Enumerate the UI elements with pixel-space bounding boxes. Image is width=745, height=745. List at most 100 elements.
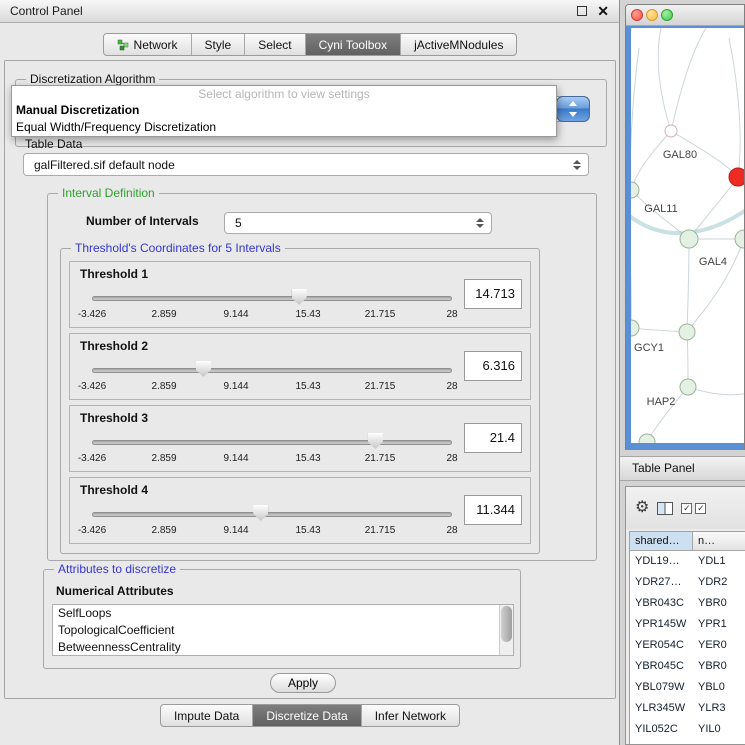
slider-track[interactable] [92,440,452,445]
tab-discretize-data[interactable]: Discretize Data [253,705,361,726]
table-cell[interactable]: YER0 [693,635,745,656]
slider-tick-label: -3.426 [78,525,106,536]
table-cell[interactable]: YPR145W [630,614,693,635]
threshold-value-field[interactable]: 21.4 [464,423,522,453]
table-cell[interactable]: YBR043C [630,593,693,614]
network-view-window: GAL80 GAL11 GAL4 GCY1 HAP2 [625,4,745,450]
table-cell[interactable]: YPR1 [693,614,745,635]
network-node[interactable] [639,434,655,443]
network-node[interactable] [679,324,695,340]
table-row[interactable]: YBL079WYBL0 [630,677,745,698]
scrollbar-thumb[interactable] [501,606,512,642]
tab-impute-data[interactable]: Impute Data [161,705,253,726]
table-cell[interactable]: YER054C [630,635,693,656]
control-panel-titlebar[interactable]: Control Panel ✕ [0,0,619,23]
apply-button[interactable]: Apply [270,673,336,693]
numerical-attributes-list[interactable]: SelfLoopsTopologicalCoefficientBetweenne… [52,604,514,656]
thresholds-group-title: Threshold's Coordinates for 5 Intervals [71,241,285,255]
number-of-intervals-combobox[interactable]: 5 [224,212,492,234]
minimize-light-icon[interactable] [646,9,658,21]
column-header-name[interactable]: n… [693,532,745,550]
slider-thumb[interactable] [368,433,383,449]
control-panel-window: Control Panel ✕ Network Style Select Cyn… [0,0,620,745]
gear-icon[interactable]: ⚙ [635,500,649,516]
zoom-light-icon[interactable] [661,9,673,21]
close-light-icon[interactable] [631,9,643,21]
table-cell[interactable]: YBL079W [630,677,693,698]
tab-label: Cyni Toolbox [319,35,387,55]
table-cell[interactable]: YBR0 [693,593,745,614]
tab-infer-network[interactable]: Infer Network [362,705,459,726]
table-row[interactable]: YBR043CYBR0 [630,593,745,614]
tab-select[interactable]: Select [245,34,305,55]
column-header-shared-name[interactable]: shared… [630,532,693,550]
numerical-attribute-item[interactable]: BetweennessCentrality [53,639,513,656]
table-cell[interactable]: YBL0 [693,677,745,698]
table-cell[interactable]: YDL1 [693,551,745,572]
close-window-icon[interactable]: ✕ [597,4,609,18]
slider-tick-label: 9.144 [223,453,248,464]
dropdown-prompt-item[interactable]: Select algorithm to view settings [12,86,556,102]
table-row[interactable]: YLR345WYLR3 [630,698,745,719]
tab-style[interactable]: Style [192,34,246,55]
threshold-value-field[interactable]: 14.713 [464,279,522,309]
table-cell[interactable]: YDR2 [693,572,745,593]
dropdown-option-manual-discretization[interactable]: Manual Discretization [12,102,556,119]
checkbox-icon[interactable]: ✓ [695,503,706,514]
slider-tick-label: 9.144 [223,381,248,392]
table-row[interactable]: YDR27…YDR2 [630,572,745,593]
table-cell[interactable]: YIL052C [630,719,693,740]
slider-thumb[interactable] [253,505,268,521]
network-node[interactable] [735,230,745,248]
network-node[interactable] [665,125,677,137]
checkbox-icon[interactable]: ✓ [681,503,692,514]
table-row[interactable]: YIL052CYIL0 [630,719,745,740]
tab-network[interactable]: Network [104,34,192,55]
tab-jactivemnodules[interactable]: jActiveMNodules [401,34,516,55]
table-row[interactable]: YER054CYER0 [630,635,745,656]
network-window-titlebar[interactable] [626,5,744,26]
table-cell[interactable]: YDL19… [630,551,693,572]
list-scrollbar[interactable] [499,605,513,655]
table-cell[interactable]: YBR0 [693,656,745,677]
table-cell[interactable]: YDR27… [630,572,693,593]
numerical-attribute-item[interactable]: TopologicalCoefficient [53,622,513,639]
numerical-attribute-item[interactable]: SelfLoops [53,605,513,622]
slider-thumb[interactable] [292,289,307,305]
network-canvas[interactable]: GAL80 GAL11 GAL4 GCY1 HAP2 [631,28,745,443]
table-row[interactable]: YDL19…YDL1 [630,551,745,572]
table-row[interactable]: YBR045CYBR0 [630,656,745,677]
slider-track[interactable] [92,512,452,517]
table-row[interactable]: YPR145WYPR1 [630,614,745,635]
bottom-tabstrip: Impute Data Discretize Data Infer Networ… [0,704,620,727]
threshold-value-field[interactable]: 6.316 [464,351,522,381]
network-node[interactable] [680,230,698,248]
network-icon [117,39,129,51]
float-window-icon[interactable] [577,6,587,16]
network-node-label: HAP2 [647,396,676,408]
dropdown-option-equal-width-frequency[interactable]: Equal Width/Frequency Discretization [12,119,556,136]
slider-track[interactable] [92,368,452,373]
table-cell[interactable]: YIL0 [693,719,745,740]
table-data-combobox[interactable]: galFiltered.sif default node [23,153,589,176]
network-node[interactable] [631,182,639,198]
columns-icon[interactable] [657,502,673,515]
attributes-group-title: Attributes to discretize [54,562,180,576]
cyni-toolbox-panel: Discretization Algorithm Select algorith… [4,60,616,699]
numerical-attributes-label: Numerical Attributes [56,584,174,598]
combo-arrow-button[interactable] [556,96,590,122]
table-panel-header[interactable]: Table Panel [620,456,745,481]
slider-thumb[interactable] [196,361,211,377]
threshold-value-field[interactable]: 11.344 [464,495,522,525]
network-node-label: GAL4 [699,256,727,268]
table-cell[interactable]: YLR345W [630,698,693,719]
network-node[interactable] [631,320,639,336]
table-cell[interactable]: YBR045C [630,656,693,677]
network-node-selected[interactable] [729,168,745,186]
tab-label: jActiveMNodules [414,35,503,55]
slider-track[interactable] [92,296,452,301]
network-node[interactable] [680,379,696,395]
slider-tick-label: 21.715 [365,453,396,464]
table-cell[interactable]: YLR3 [693,698,745,719]
tab-cyni-toolbox[interactable]: Cyni Toolbox [306,34,401,55]
